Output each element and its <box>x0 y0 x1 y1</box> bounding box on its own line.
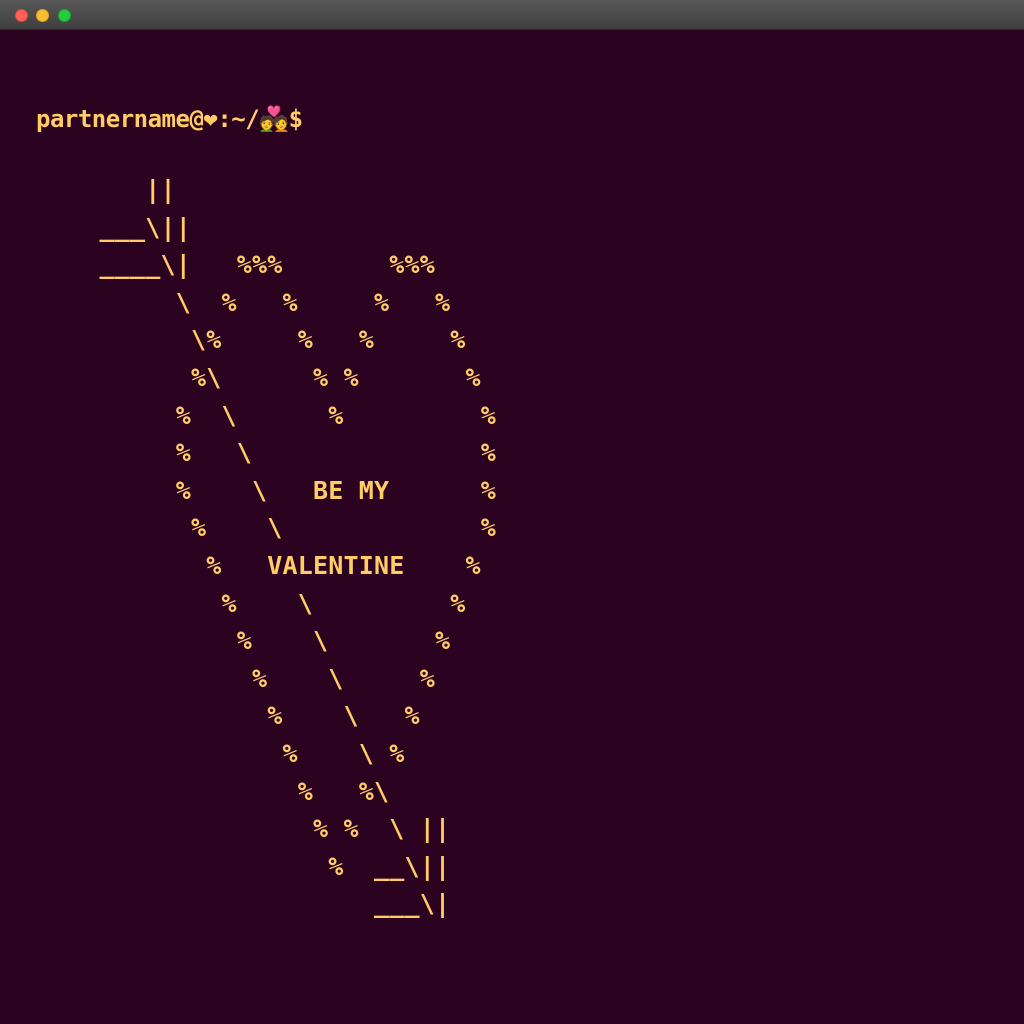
maximize-window-button[interactable] <box>58 9 71 22</box>
valentine-ascii-art: || ___\|| ____\| %%% %%% \ % % % % \% % … <box>99 175 497 919</box>
window-titlebar[interactable] <box>0 0 1024 30</box>
minimize-window-button[interactable] <box>36 9 49 22</box>
close-window-button[interactable] <box>15 9 28 22</box>
shell-prompt: partnername@❤:~/💑$ <box>36 105 303 133</box>
terminal-output[interactable]: partnername@❤:~/💑$ || ___\|| ____\| %%% … <box>0 30 1024 1024</box>
terminal-window: partnername@❤:~/💑$ || ___\|| ____\| %%% … <box>0 0 1024 1024</box>
